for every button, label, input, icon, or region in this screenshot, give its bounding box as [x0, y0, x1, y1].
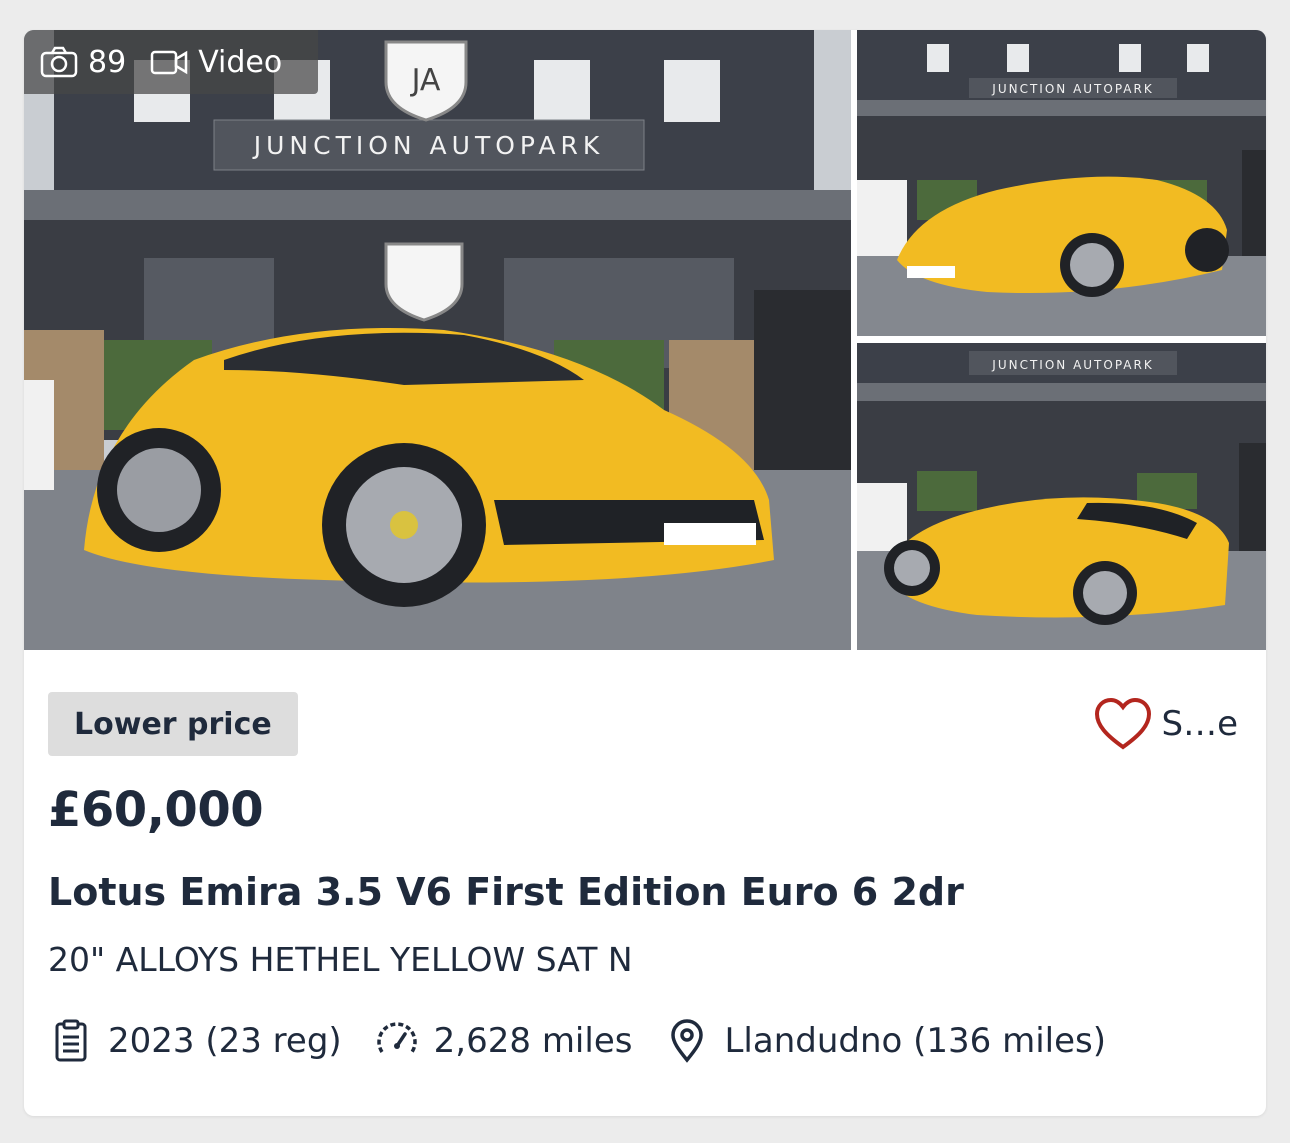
photo-count-text: 89: [88, 44, 127, 80]
main-photo-image: JUNCTION AUTOPARK JA: [24, 30, 851, 650]
spec-location: Llandudno (136 miles): [664, 1018, 1106, 1064]
listing-title[interactable]: Lotus Emira 3.5 V6 First Edition Euro 6 …: [48, 870, 964, 914]
speedometer-icon: [376, 1022, 417, 1053]
dealer-logo: JA: [410, 63, 441, 98]
save-label: S…e: [1161, 704, 1239, 744]
spec-mileage-text: 2,628 miles: [433, 1021, 633, 1061]
listing-card[interactable]: JUNCTION AUTOPARK JA 89 Video JUNCTION A…: [24, 30, 1266, 1116]
camera-icon: [40, 46, 78, 78]
side-photo-1[interactable]: JUNCTION AUTOPARK: [857, 30, 1266, 336]
spec-year-text: 2023 (23 reg): [108, 1021, 342, 1061]
badge-label: Lower price: [74, 706, 272, 742]
spec-mileage: 2,628 miles: [374, 1018, 633, 1064]
side-photo-2-image: JUNCTION AUTOPARK: [857, 343, 1266, 650]
dealer-sign: JUNCTION AUTOPARK: [991, 358, 1153, 372]
side-photo-2[interactable]: JUNCTION AUTOPARK: [857, 343, 1266, 650]
dealer-sign: JUNCTION AUTOPARK: [991, 82, 1153, 96]
photo-count[interactable]: 89: [40, 45, 126, 80]
video-icon: [150, 50, 188, 75]
spec-year: 2023 (23 reg): [48, 1018, 342, 1064]
video-link[interactable]: Video: [150, 45, 282, 80]
video-label: Video: [198, 44, 283, 80]
key-specs: 2023 (23 reg) 2,628 miles Llandudno (136…: [48, 1016, 1138, 1066]
map-pin-icon: [671, 1019, 704, 1063]
dealer-sign: JUNCTION AUTOPARK: [252, 131, 605, 160]
side-photo-1-image: JUNCTION AUTOPARK: [857, 30, 1266, 336]
save-button[interactable]: S…e: [1094, 692, 1239, 756]
photo-gallery[interactable]: JUNCTION AUTOPARK JA 89 Video JUNCTION A…: [24, 30, 1266, 650]
price: £60,000: [48, 782, 264, 838]
listing-subtitle: 20" ALLOYS HETHEL YELLOW SAT N: [48, 940, 633, 979]
registration-doc-icon: [55, 1019, 87, 1062]
lower-price-badge: Lower price: [48, 692, 298, 756]
media-count-bar: 89 Video: [24, 30, 318, 94]
main-photo[interactable]: JUNCTION AUTOPARK JA 89 Video: [24, 30, 851, 650]
spec-location-text: Llandudno (136 miles): [724, 1021, 1106, 1061]
heart-icon: [1094, 697, 1151, 750]
